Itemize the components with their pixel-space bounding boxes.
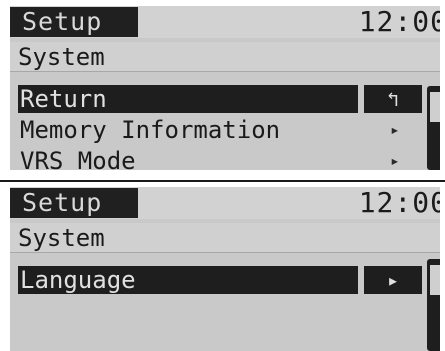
clock: 12:00 [358,6,440,38]
section-title: System [10,42,440,72]
setup-screen-2: Setup 12:00 System Language ▸ [10,187,440,351]
header: Setup 12:00 [10,187,440,219]
menu-item-label: Return [20,85,107,113]
page-title: Setup [10,7,138,37]
scrollbar-thumb[interactable] [430,92,440,122]
return-icon[interactable]: ↰ [364,85,422,113]
menu-item-vrs-mode[interactable]: VRS Mode ▸ [10,146,430,170]
menu-item-memory-information[interactable]: Memory Information ▸ [10,115,430,145]
scrollbar-thumb[interactable] [430,265,440,295]
divider [0,180,445,182]
arrow-right-icon[interactable]: ▸ [364,266,422,294]
header: Setup 12:00 [10,6,440,38]
menu-item-label: VRS Mode [20,147,136,170]
clock: 12:00 [358,187,440,219]
setup-screen-1: Setup 12:00 System Return ↰ Memory Infor… [10,6,440,170]
arrow-right-icon: ▸ [390,120,400,139]
menu-item-label: Memory Information [20,116,281,144]
menu-item-language[interactable]: Language ▸ [10,265,430,295]
menu-item-label: Language [20,266,136,294]
scrollbar[interactable] [427,86,440,170]
menu-item-return[interactable]: Return ↰ [10,84,430,114]
section-title: System [10,223,440,253]
scrollbar[interactable] [427,259,440,351]
page-title: Setup [10,188,138,218]
arrow-right-icon: ▸ [390,151,400,170]
